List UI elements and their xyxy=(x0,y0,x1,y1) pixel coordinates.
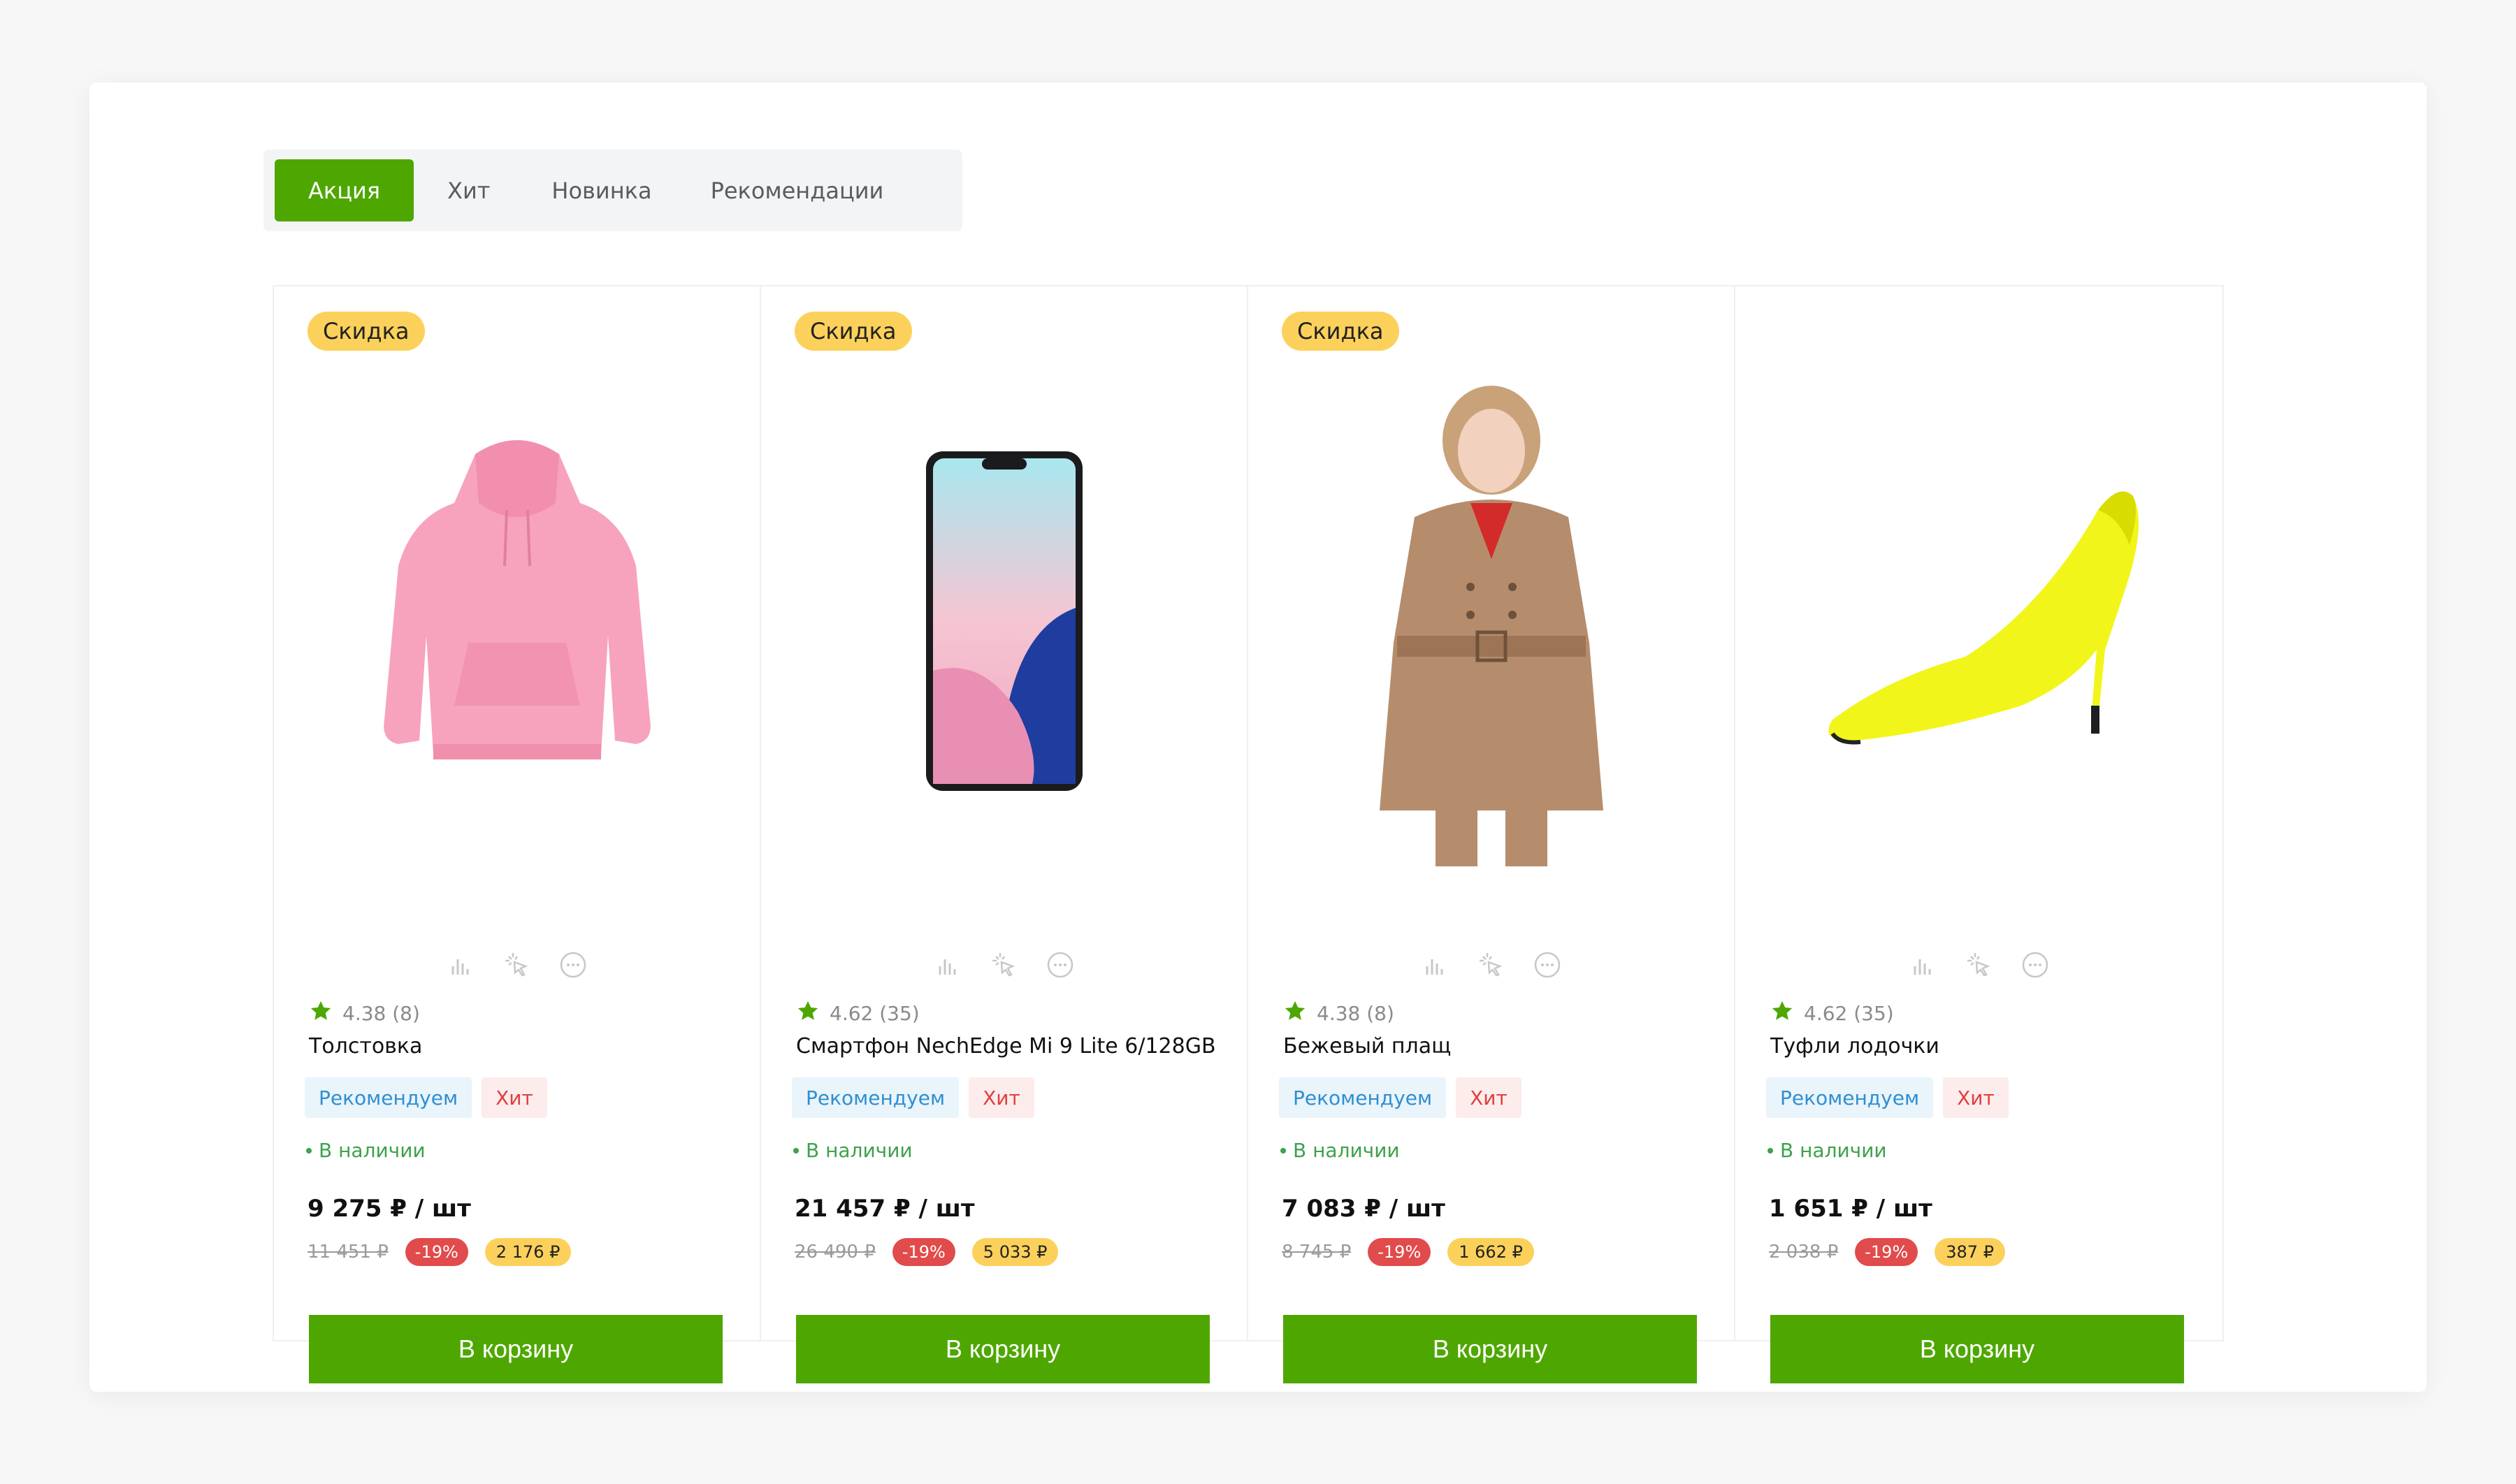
old-price: 11 451 ₽ xyxy=(308,1242,389,1263)
add-to-cart-button[interactable]: В корзину xyxy=(1283,1315,1697,1383)
discount-badge: Скидка xyxy=(1282,312,1399,351)
stock-dot-icon xyxy=(793,1147,799,1154)
product-tags: Рекомендуем Хит xyxy=(1766,1077,2009,1118)
bar-chart-icon[interactable] xyxy=(447,950,476,980)
product-tags: Рекомендуем Хит xyxy=(305,1077,547,1118)
star-icon xyxy=(309,999,333,1028)
star-icon xyxy=(1283,999,1307,1028)
saving-amount: 2 176 ₽ xyxy=(484,1238,572,1266)
rating: 4.62 (35) xyxy=(796,999,920,1028)
saving-amount: 387 ₽ xyxy=(1935,1238,2005,1266)
stock-label: В наличии xyxy=(1293,1139,1400,1162)
card-actions xyxy=(761,950,1247,980)
saving-amount: 5 033 ₽ xyxy=(971,1238,1059,1266)
product-image-hoodie[interactable] xyxy=(321,377,713,866)
star-icon xyxy=(796,999,820,1028)
rating-value: 4.38 (8) xyxy=(1317,1002,1394,1025)
old-price: 2 038 ₽ xyxy=(1769,1242,1839,1263)
discount-percent: -19% xyxy=(1855,1238,1918,1266)
bar-chart-icon[interactable] xyxy=(934,950,963,980)
tag-recommended: Рекомендуем xyxy=(792,1077,960,1118)
rating-value: 4.38 (8) xyxy=(342,1002,420,1025)
more-dots-icon[interactable] xyxy=(1533,950,1562,980)
rating-value: 4.62 (35) xyxy=(1804,1002,1894,1025)
product-card[interactable]: Скидка xyxy=(1248,286,1735,1383)
tab-hit[interactable]: Хит xyxy=(447,159,490,221)
discount-percent: -19% xyxy=(405,1238,468,1266)
tag-recommended: Рекомендуем xyxy=(305,1077,472,1118)
product-card[interactable]: 4.62 (35) Туфли лодочки Рекомендуем Хит … xyxy=(1735,286,2222,1383)
discount-percent: -19% xyxy=(892,1238,955,1266)
discount-badge: Скидка xyxy=(795,312,912,351)
old-price: 8 745 ₽ xyxy=(1282,1242,1352,1263)
rating-value: 4.62 (35) xyxy=(830,1002,920,1025)
product-card[interactable]: Скидка xyxy=(761,286,1248,1383)
add-to-cart-button[interactable]: В корзину xyxy=(309,1315,723,1383)
product-image-smartphone[interactable] xyxy=(809,377,1200,866)
tag-hit: Хит xyxy=(1456,1077,1521,1118)
tag-hit: Хит xyxy=(1943,1077,2009,1118)
bar-chart-icon[interactable] xyxy=(1909,950,1938,980)
tag-recommended: Рекомендуем xyxy=(1279,1077,1447,1118)
cursor-click-icon[interactable] xyxy=(1965,950,1994,980)
price-details: 11 451 ₽ -19% 2 176 ₽ xyxy=(308,1238,572,1266)
tag-hit: Хит xyxy=(482,1077,547,1118)
stock-label: В наличии xyxy=(1780,1139,1887,1162)
cursor-click-icon[interactable] xyxy=(1477,950,1506,980)
tag-hit: Хит xyxy=(969,1077,1034,1118)
price: 21 457 ₽ / шт xyxy=(795,1195,975,1223)
rating: 4.38 (8) xyxy=(1283,999,1394,1028)
add-to-cart-button[interactable]: В корзину xyxy=(1770,1315,2184,1383)
tab-bar: Акция Хит Новинка Рекомендации xyxy=(263,150,962,231)
product-image-trench-coat[interactable] xyxy=(1296,377,1687,866)
price: 1 651 ₽ / шт xyxy=(1769,1195,1932,1223)
product-name[interactable]: Туфли лодочки xyxy=(1770,1034,1939,1059)
product-name[interactable]: Смартфон NechEdge Mi 9 Lite 6/128GB xyxy=(796,1034,1216,1059)
bar-chart-icon[interactable] xyxy=(1421,950,1450,980)
stock-dot-icon xyxy=(1280,1147,1286,1154)
tab-novinka[interactable]: Новинка xyxy=(551,159,651,221)
card-actions xyxy=(1735,950,2222,980)
more-dots-icon[interactable] xyxy=(558,950,588,980)
product-grid: Скидка 4.38 (8) Толстовка Рекомендуем Хи… xyxy=(273,285,2224,1383)
price: 9 275 ₽ / шт xyxy=(308,1195,471,1223)
discount-percent: -19% xyxy=(1368,1238,1431,1266)
tab-rekomendacii[interactable]: Рекомендации xyxy=(711,159,884,221)
discount-badge: Скидка xyxy=(308,312,425,351)
cursor-click-icon[interactable] xyxy=(990,950,1019,980)
rating: 4.62 (35) xyxy=(1770,999,1894,1028)
product-tags: Рекомендуем Хит xyxy=(792,1077,1034,1118)
cursor-click-icon[interactable] xyxy=(503,950,532,980)
star-icon xyxy=(1770,999,1794,1028)
stock-label: В наличии xyxy=(319,1139,426,1162)
product-name[interactable]: Бежевый плащ xyxy=(1283,1034,1451,1059)
product-card[interactable]: Скидка 4.38 (8) Толстовка Рекомендуем Хи… xyxy=(274,286,761,1383)
tag-recommended: Рекомендуем xyxy=(1766,1077,1934,1118)
tab-akciya[interactable]: Акция xyxy=(275,159,414,221)
more-dots-icon[interactable] xyxy=(1046,950,1075,980)
add-to-cart-button[interactable]: В корзину xyxy=(796,1315,1210,1383)
stock-status: В наличии xyxy=(793,1139,913,1162)
stock-status: В наличии xyxy=(306,1139,426,1162)
stock-status: В наличии xyxy=(1280,1139,1400,1162)
stock-status: В наличии xyxy=(1767,1139,1887,1162)
product-tags: Рекомендуем Хит xyxy=(1279,1077,1521,1118)
price-details: 8 745 ₽ -19% 1 662 ₽ xyxy=(1282,1238,1534,1266)
stock-label: В наличии xyxy=(806,1139,913,1162)
price-details: 2 038 ₽ -19% 387 ₽ xyxy=(1769,1238,2005,1266)
old-price: 26 490 ₽ xyxy=(795,1242,876,1263)
stock-dot-icon xyxy=(1767,1147,1773,1154)
catalog-frame: Акция Хит Новинка Рекомендации Скидка 4.… xyxy=(89,82,2427,1392)
stock-dot-icon xyxy=(306,1147,312,1154)
rating: 4.38 (8) xyxy=(309,999,420,1028)
product-name[interactable]: Толстовка xyxy=(309,1034,422,1059)
price: 7 083 ₽ / шт xyxy=(1282,1195,1445,1223)
card-actions xyxy=(1248,950,1734,980)
saving-amount: 1 662 ₽ xyxy=(1447,1238,1534,1266)
more-dots-icon[interactable] xyxy=(2020,950,2050,980)
card-actions xyxy=(274,950,760,980)
product-image-yellow-shoe[interactable] xyxy=(1784,377,2175,866)
price-details: 26 490 ₽ -19% 5 033 ₽ xyxy=(795,1238,1059,1266)
